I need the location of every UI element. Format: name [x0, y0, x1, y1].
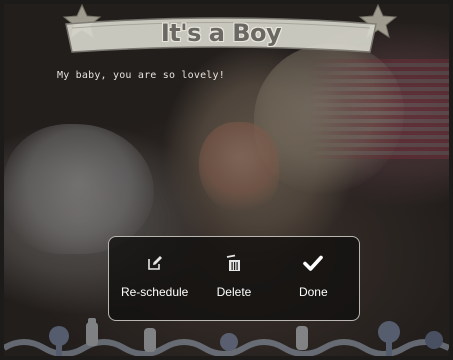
banner-title: It's a Boy — [160, 19, 282, 47]
trash-icon — [224, 253, 244, 273]
title-banner: It's a Boy — [60, 10, 382, 58]
photo-caption: My baby, you are so lovely! — [57, 70, 225, 81]
decorative-border — [4, 318, 449, 356]
reschedule-button[interactable]: Re-schedule — [115, 237, 194, 299]
reschedule-label: Re-schedule — [120, 285, 189, 299]
done-button[interactable]: Done — [274, 237, 353, 299]
edit-icon — [145, 253, 165, 273]
delete-button[interactable]: Delete — [194, 237, 273, 299]
done-label: Done — [298, 285, 328, 299]
delete-label: Delete — [216, 285, 252, 299]
action-menu: Re-schedule Delete Done — [108, 236, 360, 321]
checkmark-icon — [303, 253, 324, 273]
